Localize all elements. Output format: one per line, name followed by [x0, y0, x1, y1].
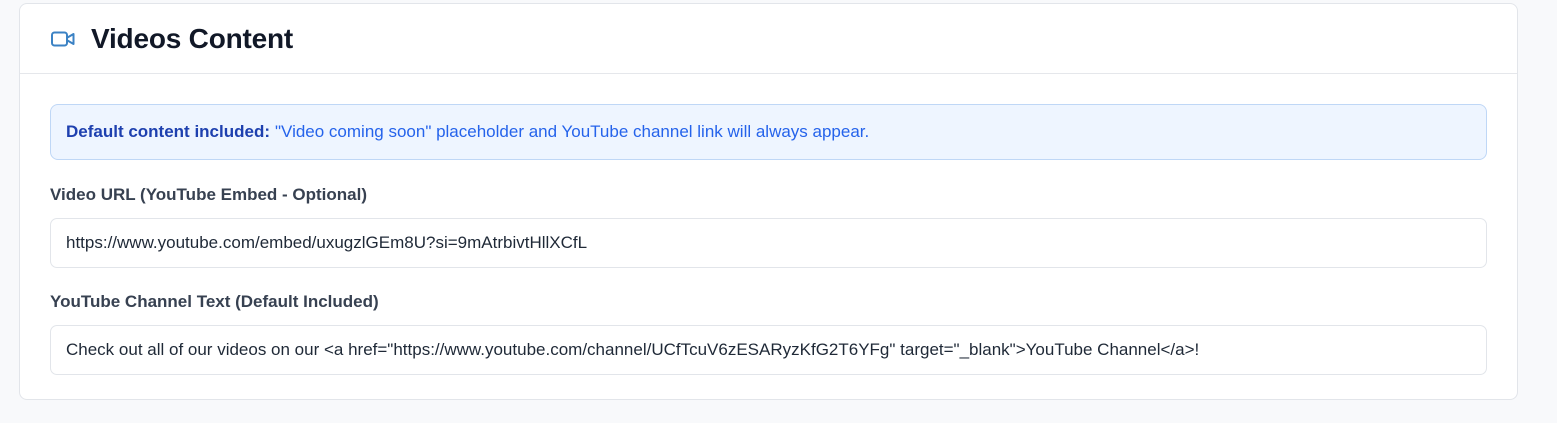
notice-text: "Video coming soon" placeholder and YouT… — [275, 122, 870, 141]
video-url-field-group: Video URL (YouTube Embed - Optional) — [50, 185, 1487, 268]
channel-text-label: YouTube Channel Text (Default Included) — [50, 292, 379, 311]
notice-label: Default content included: — [66, 122, 270, 141]
channel-text-field-group: YouTube Channel Text (Default Included) — [50, 292, 1487, 375]
video-camera-icon — [51, 31, 75, 47]
section-title: Videos Content — [91, 22, 294, 54]
card-header: Videos Content — [20, 4, 1517, 74]
card-body: Default content included: "Video coming … — [20, 74, 1517, 375]
channel-text-input[interactable] — [50, 325, 1487, 375]
video-url-label: Video URL (YouTube Embed - Optional) — [50, 185, 368, 204]
default-content-notice: Default content included: "Video coming … — [50, 104, 1487, 160]
videos-content-card: Videos Content Default content included:… — [19, 3, 1518, 400]
video-url-input[interactable] — [50, 218, 1487, 268]
